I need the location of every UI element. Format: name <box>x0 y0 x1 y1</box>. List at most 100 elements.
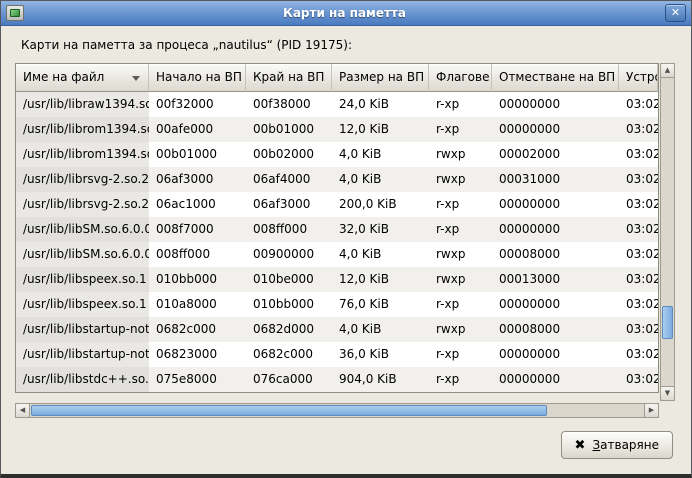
column-header-label: Начало на ВП <box>156 70 242 84</box>
table-row[interactable]: /usr/lib/libraw1394.so00f3200000f3800024… <box>16 92 658 117</box>
cell: 03:02 <box>619 142 658 167</box>
table-row[interactable]: /usr/lib/libSM.so.6.0.0008ff000009000004… <box>16 242 658 267</box>
sort-descending-icon <box>132 76 140 81</box>
cell: 00000000 <box>492 92 619 117</box>
cell: 00000000 <box>492 342 619 367</box>
table-header-row: Име на файл Начало на ВП Край на ВП Размер … <box>16 64 658 92</box>
table-row[interactable]: /usr/lib/librsvg-2.so.206af300006af40004… <box>16 167 658 192</box>
cell: /usr/lib/libraw1394.so <box>16 92 149 117</box>
system-monitor-icon <box>6 5 24 21</box>
table-row[interactable]: /usr/lib/libstartup-noti0682c0000682d000… <box>16 317 658 342</box>
cell: r-xp <box>429 92 492 117</box>
cell: 06ac1000 <box>149 192 246 217</box>
table-row[interactable]: /usr/lib/libstdc++.so.6075e8000076ca0009… <box>16 367 658 392</box>
cell: 00f38000 <box>246 92 332 117</box>
cell: 0682c000 <box>149 317 246 342</box>
column-header-label: Флагове <box>436 70 489 84</box>
cell: r-xp <box>429 342 492 367</box>
table-row[interactable]: /usr/lib/librom1394.so00b0100000b020004,… <box>16 142 658 167</box>
cell: 00002000 <box>492 142 619 167</box>
cell: rwxp <box>429 242 492 267</box>
cell: rwxp <box>429 267 492 292</box>
table-row[interactable]: /usr/lib/libspeex.so.1010bb000010be00012… <box>16 267 658 292</box>
cell: 0682d000 <box>246 317 332 342</box>
table-row[interactable]: /usr/lib/librom1394.so00afe00000b0100012… <box>16 117 658 142</box>
close-button-label: Затваряне <box>592 438 659 452</box>
cell: 00000000 <box>492 367 619 392</box>
column-header-label: Устройство <box>626 70 658 84</box>
cell: 4,0 KiB <box>332 242 429 267</box>
cell: 200,0 KiB <box>332 192 429 217</box>
cell: 00000000 <box>492 192 619 217</box>
cell: r-xp <box>429 217 492 242</box>
window-close-button[interactable]: ✕ <box>665 4 686 22</box>
cell: 12,0 KiB <box>332 267 429 292</box>
cell: rwxp <box>429 142 492 167</box>
cell: 0682c000 <box>246 342 332 367</box>
cell: 03:02 <box>619 117 658 142</box>
cell: r-xp <box>429 192 492 217</box>
close-dialog-button[interactable]: ✖ Затваряне <box>561 431 673 459</box>
cell: 03:02 <box>619 92 658 117</box>
column-header-4[interactable]: Флагове <box>429 64 492 92</box>
column-header-5[interactable]: Отместване на ВП <box>492 64 619 92</box>
cell: rwxp <box>429 317 492 342</box>
column-header-2[interactable]: Край на ВП <box>246 64 332 92</box>
scroll-down-icon[interactable]: ▼ <box>660 386 675 401</box>
cell: 03:02 <box>619 342 658 367</box>
cell: /usr/lib/libspeex.so.1 <box>16 267 149 292</box>
cell: 03:02 <box>619 217 658 242</box>
table-row[interactable]: /usr/lib/libstartup-noti068230000682c000… <box>16 342 658 367</box>
column-header-label: Край на ВП <box>253 70 324 84</box>
cell: 03:02 <box>619 317 658 342</box>
column-header-1[interactable]: Начало на ВП <box>149 64 246 92</box>
cell: 00013000 <box>492 267 619 292</box>
cell: 075e8000 <box>149 367 246 392</box>
cell: 00b01000 <box>246 117 332 142</box>
cell: 03:02 <box>619 192 658 217</box>
cell: rwxp <box>429 167 492 192</box>
cell: 00008000 <box>492 317 619 342</box>
table-body: /usr/lib/libraw1394.so00f3200000f3800024… <box>16 92 658 392</box>
cell: 4,0 KiB <box>332 167 429 192</box>
window-title: Карти на паметта <box>24 6 665 20</box>
cell: 12,0 KiB <box>332 117 429 142</box>
cell: 06af3000 <box>149 167 246 192</box>
cell: 36,0 KiB <box>332 342 429 367</box>
cell: 904,0 KiB <box>332 367 429 392</box>
cell: 00000000 <box>492 117 619 142</box>
cell: r-xp <box>429 292 492 317</box>
table-row[interactable]: /usr/lib/librsvg-2.so.206ac100006af30002… <box>16 192 658 217</box>
cell: /usr/lib/librom1394.so <box>16 117 149 142</box>
column-header-6[interactable]: Устройство <box>619 64 658 92</box>
cell: 76,0 KiB <box>332 292 429 317</box>
cell: 010bb000 <box>149 267 246 292</box>
scroll-left-icon[interactable]: ◀ <box>15 403 30 418</box>
horizontal-scrollbar-thumb[interactable] <box>31 405 547 416</box>
table-row[interactable]: /usr/lib/libspeex.so.1010a8000010bb00076… <box>16 292 658 317</box>
vertical-scrollbar[interactable]: ▲ ▼ <box>660 63 675 401</box>
horizontal-scrollbar[interactable]: ◀ ▶ <box>15 403 659 418</box>
cell: 008ff000 <box>149 242 246 267</box>
scroll-right-icon[interactable]: ▶ <box>644 403 659 418</box>
cell: 00000000 <box>492 217 619 242</box>
cell: /usr/lib/libstartup-noti <box>16 317 149 342</box>
titlebar[interactable]: Карти на паметта ✕ <box>1 1 691 26</box>
cell: 010a8000 <box>149 292 246 317</box>
cell: 00031000 <box>492 167 619 192</box>
cell: r-xp <box>429 367 492 392</box>
column-header-3[interactable]: Размер на ВП <box>332 64 429 92</box>
scroll-up-icon[interactable]: ▲ <box>660 63 675 78</box>
memory-maps-dialog: Карти на паметта ✕ Карти на паметта за п… <box>0 0 692 478</box>
cell: 00000000 <box>492 292 619 317</box>
table-row[interactable]: /usr/lib/libSM.so.6.0.0008f7000008ff0003… <box>16 217 658 242</box>
cell: 00008000 <box>492 242 619 267</box>
cell: 32,0 KiB <box>332 217 429 242</box>
column-header-0[interactable]: Име на файл <box>16 64 149 92</box>
cell: /usr/lib/libSM.so.6.0.0 <box>16 217 149 242</box>
vertical-scrollbar-thumb[interactable] <box>662 306 673 339</box>
monitor-screen-glyph <box>10 9 20 17</box>
dialog-heading: Карти на паметта за процеса „nautilus“ (… <box>21 38 352 52</box>
cell: 03:02 <box>619 367 658 392</box>
cell: 06823000 <box>149 342 246 367</box>
